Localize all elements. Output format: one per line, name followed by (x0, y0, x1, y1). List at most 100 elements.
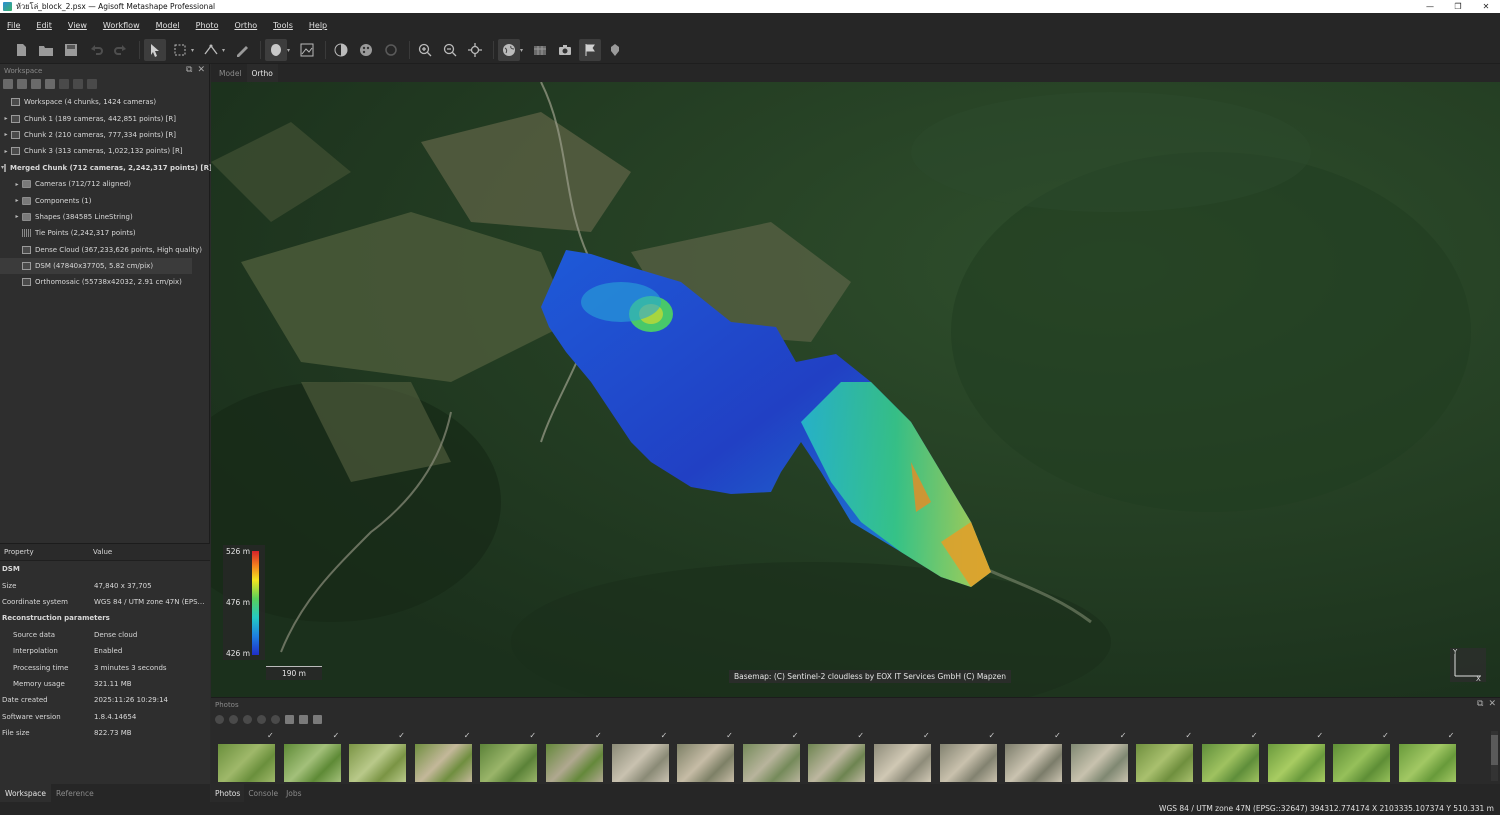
minimize-button[interactable]: — (1416, 0, 1444, 13)
menu-file[interactable]: File (7, 21, 20, 30)
property-row[interactable]: Interpolation Enabled (0, 643, 210, 659)
tab-photos[interactable]: Photos (211, 784, 245, 802)
remove-camera-icon[interactable] (243, 714, 252, 724)
contrast-icon[interactable] (330, 39, 352, 61)
expand-arrow-icon[interactable]: ▸ (12, 213, 22, 220)
add-folder-icon[interactable] (31, 79, 41, 89)
ruler-tool-icon[interactable] (200, 39, 222, 61)
tab-console[interactable]: Console (244, 784, 282, 802)
dsm-view-icon[interactable] (265, 39, 287, 61)
close-panel-icon[interactable]: ✕ (1488, 699, 1496, 709)
tree-item[interactable]: ▸ Components (1) (0, 192, 210, 208)
reset-view-icon[interactable] (464, 39, 486, 61)
menu-ortho[interactable]: Ortho (234, 21, 257, 30)
tree-item[interactable]: ▸ Shapes (384585 LineString) (0, 209, 210, 225)
add-chunk-icon[interactable] (3, 79, 13, 89)
tab-reference[interactable]: Reference (51, 789, 99, 798)
photo-thumbnail[interactable]: ✓ (545, 731, 611, 782)
expand-arrow-icon[interactable]: ▸ (1, 131, 11, 138)
photo-thumbnail[interactable]: ✓ (873, 731, 939, 782)
draw-polyline-icon[interactable] (231, 39, 253, 61)
expand-arrow-icon[interactable]: ▸ (1, 115, 11, 122)
view-mode-icon[interactable] (313, 714, 322, 724)
navigate-arrow-icon[interactable] (144, 39, 166, 61)
menu-tools[interactable]: Tools (273, 21, 293, 30)
tree-item[interactable]: ▸ Chunk 1 (189 cameras, 442,851 points) [… (0, 110, 210, 126)
photos-scrollbar[interactable] (1491, 731, 1498, 781)
ortho-viewport[interactable]: 526 m 476 m 426 m 190 m Basemap: (C) Sen… (211, 82, 1500, 697)
close-window-button[interactable]: ✕ (1472, 0, 1500, 13)
property-row[interactable]: Processing time 3 minutes 3 seconds (0, 659, 210, 675)
property-row[interactable]: Software version 1.8.4.14654 (0, 709, 210, 725)
tree-item[interactable]: ▸ Chunk 2 (210 cameras, 777,334 points) [… (0, 127, 210, 143)
expand-arrow-icon[interactable]: ▸ (12, 197, 22, 204)
photo-thumbnail[interactable]: ✓ (348, 731, 414, 782)
photo-thumbnail[interactable]: ✓ (217, 731, 283, 782)
photo-thumbnail[interactable]: ✓ (611, 731, 677, 782)
ruler-dropdown-caret[interactable]: ▾ (222, 47, 228, 54)
tab-jobs[interactable]: Jobs (282, 784, 305, 802)
menu-view[interactable]: View (68, 21, 87, 30)
expand-arrow-icon[interactable]: ▸ (1, 148, 11, 155)
photo-thumbnail[interactable]: ✓ (1004, 731, 1070, 782)
tree-item[interactable]: Workspace (4 chunks, 1424 cameras) (0, 94, 210, 110)
property-row[interactable]: Source data Dense cloud (0, 627, 210, 643)
property-row[interactable]: Coordinate system WGS 84 / UTM zone 47N (… (0, 594, 210, 610)
tree-item[interactable]: Tie Points (2,242,317 points) (0, 225, 210, 241)
photo-thumbnail[interactable]: ✓ (939, 731, 1005, 782)
grid-icon[interactable] (529, 39, 551, 61)
tree-item[interactable]: ▸ Cameras (712/712 aligned) (0, 176, 210, 192)
zoom-out-icon[interactable] (439, 39, 461, 61)
remove-item-icon[interactable] (87, 79, 97, 89)
menu-workflow[interactable]: Workflow (103, 21, 140, 30)
expand-arrow-icon[interactable]: ▸ (12, 181, 22, 188)
globe-icon[interactable] (498, 39, 520, 61)
tree-item[interactable]: Orthomosaic (55738x42032, 2.91 cm/pix) (0, 274, 210, 290)
tree-item[interactable]: Dense Cloud (367,233,626 points, High qu… (0, 242, 210, 258)
globe-dropdown-caret[interactable]: ▾ (520, 47, 526, 54)
markers-icon[interactable] (604, 39, 626, 61)
tree-item[interactable]: ▸ Chunk 3 (313 cameras, 1,022,132 points)… (0, 143, 210, 159)
rotate-left-icon[interactable] (257, 714, 266, 724)
close-panel-icon[interactable]: ✕ (197, 65, 205, 75)
undo-icon[interactable] (85, 39, 107, 61)
rotate-icon[interactable] (380, 39, 402, 61)
zoom-in-icon[interactable] (414, 39, 436, 61)
redo-icon[interactable] (110, 39, 132, 61)
tab-model[interactable]: Model (214, 64, 247, 82)
photo-thumbnail[interactable]: ✓ (283, 731, 349, 782)
photo-thumbnail[interactable]: ✓ (1135, 731, 1201, 782)
selection-dropdown-caret[interactable]: ▾ (191, 47, 197, 54)
menu-edit[interactable]: Edit (36, 21, 52, 30)
camera-icon[interactable] (554, 39, 576, 61)
open-folder-icon[interactable] (35, 39, 57, 61)
photo-thumbnail[interactable]: ✓ (1267, 731, 1333, 782)
tree-item[interactable]: DSM (47840x37705, 5.82 cm/pix) (0, 257, 192, 275)
photo-thumbnail[interactable]: ✓ (1070, 731, 1136, 782)
photo-thumbnail[interactable]: ✓ (807, 731, 873, 782)
photo-thumbnail[interactable]: ✓ (414, 731, 480, 782)
photo-thumbnail[interactable]: ✓ (742, 731, 808, 782)
reset-filter-icon[interactable] (285, 714, 294, 724)
photo-thumbnail[interactable]: ✓ (1201, 731, 1267, 782)
filter-by-point-icon[interactable] (299, 714, 308, 724)
flag-icon[interactable] (579, 39, 601, 61)
value-column-header[interactable]: Value (93, 548, 112, 556)
property-row[interactable]: Reconstruction parameters (0, 610, 210, 626)
palette-icon[interactable] (355, 39, 377, 61)
photo-thumbnail[interactable]: ✓ (676, 731, 742, 782)
menu-photo[interactable]: Photo (196, 21, 219, 30)
undock-icon[interactable]: ⧉ (186, 65, 192, 75)
menu-help[interactable]: Help (309, 21, 327, 30)
property-row[interactable]: Memory usage 321.11 MB (0, 676, 210, 692)
maximize-button[interactable]: ❐ (1444, 0, 1472, 13)
new-document-icon[interactable] (10, 39, 32, 61)
disable-icon[interactable] (73, 79, 83, 89)
property-row[interactable]: DSM (0, 561, 210, 577)
orthomosaic-view-icon[interactable] (296, 39, 318, 61)
tab-workspace[interactable]: Workspace (0, 784, 51, 802)
property-row[interactable]: Date created 2025:11:26 10:29:14 (0, 692, 210, 708)
tree-item[interactable]: ▾ Merged Chunk (712 cameras, 2,242,317 po… (0, 160, 212, 176)
add-photos-icon[interactable] (17, 79, 27, 89)
dsm-dropdown-caret[interactable]: ▾ (287, 47, 293, 54)
